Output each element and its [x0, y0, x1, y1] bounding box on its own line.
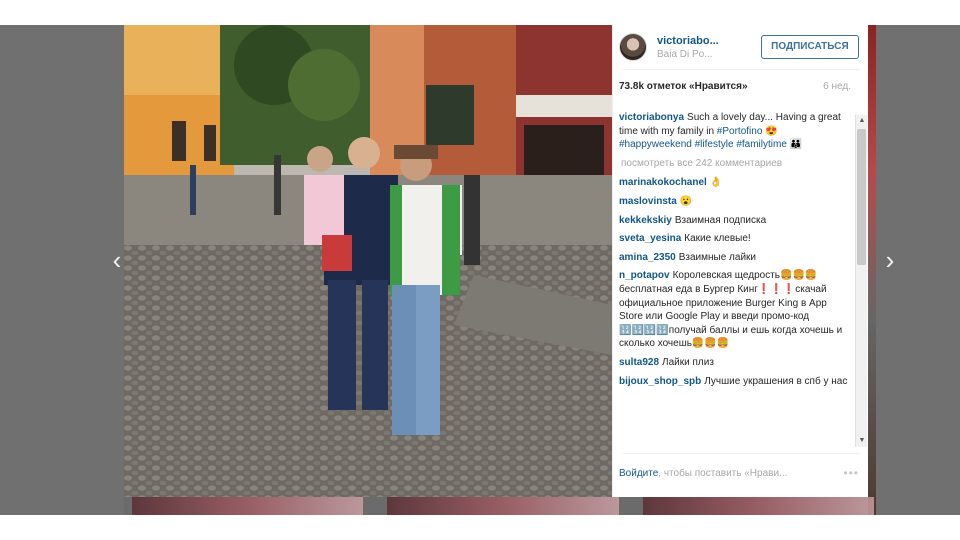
post-photo-image: [124, 25, 612, 497]
scrollbar-thumb[interactable]: [857, 129, 866, 265]
divider: [623, 453, 859, 454]
comment-username[interactable]: n_potapov: [619, 270, 670, 281]
divider: [623, 69, 859, 70]
post-sidebar: victoriabo... Baia Di Po... ПОДПИСАТЬСЯ …: [612, 25, 868, 497]
post-age[interactable]: 6 нед.: [823, 81, 851, 92]
comment: amina_2350 Взаимные лайки: [619, 251, 851, 265]
username-link[interactable]: victoriabo...: [657, 35, 761, 47]
comment-text: Взаимная подписка: [674, 214, 767, 226]
user-block: victoriabo... Baia Di Po...: [657, 35, 761, 60]
hashtag-link[interactable]: #happyweekend: [619, 139, 692, 150]
comments-scrollbar[interactable]: ▲ ▼: [855, 115, 867, 447]
scroll-up-icon[interactable]: ▲: [857, 116, 867, 126]
caption: victoriabonya Such a lovely day... Having…: [619, 111, 851, 152]
hashtag-link[interactable]: #familytime: [736, 139, 787, 150]
login-prompt-text: , чтобы поставить «Нрави...: [658, 467, 788, 479]
comment-username[interactable]: sulta928: [619, 357, 659, 368]
comment-text: 👌: [709, 177, 723, 189]
post-header: victoriabo... Baia Di Po... ПОДПИСАТЬСЯ: [613, 25, 869, 69]
comment-username[interactable]: bijoux_shop_spb: [619, 376, 701, 387]
comment-username[interactable]: kekkekskiy: [619, 215, 672, 226]
comment-username[interactable]: sveta_yesina: [619, 233, 681, 244]
comment: sveta_yesina Какие клевые!: [619, 232, 851, 246]
follow-button[interactable]: ПОДПИСАТЬСЯ: [760, 35, 859, 59]
comment: maslovinsta 😮: [619, 195, 851, 209]
comment-text: Взаимные лайки: [678, 251, 756, 263]
top-strip: [0, 0, 960, 25]
comment-text: Лайки плиз: [662, 356, 714, 368]
comment: sulta928 Лайки плиз: [619, 356, 851, 370]
post-footer: Войдите, чтобы поставить «Нрави... •••: [619, 465, 859, 481]
avatar[interactable]: [619, 33, 647, 61]
bottom-strip: [0, 515, 960, 540]
hashtag-link[interactable]: #lifestyle: [695, 139, 734, 150]
background-thumbnails: [132, 497, 874, 515]
comment: kekkekskiy Взаимная подписка: [619, 214, 851, 228]
comments-list[interactable]: victoriabonya Such a lovely day... Having…: [619, 111, 851, 441]
caption-emoji: 👪: [789, 139, 803, 151]
comment-username[interactable]: maslovinsta: [619, 196, 677, 207]
location-link[interactable]: Baia Di Po...: [657, 49, 761, 60]
background-thumbnail: [387, 497, 619, 515]
comment-username[interactable]: amina_2350: [619, 252, 676, 263]
comment: marinakokochanel 👌: [619, 176, 851, 190]
login-link[interactable]: Войдите: [619, 468, 658, 479]
more-icon[interactable]: •••: [843, 466, 859, 480]
post-photo[interactable]: [124, 25, 612, 497]
comment-text: Лучшие украшения в спб у нас: [704, 375, 848, 387]
post-modal: victoriabo... Baia Di Po... ПОДПИСАТЬСЯ …: [124, 25, 868, 497]
comment-text: Какие клевые!: [684, 233, 751, 245]
background-thumbnail: [642, 497, 874, 515]
likes-row: 73.8k отметок «Нравится» 6 нед.: [619, 81, 851, 92]
view-all-comments-link[interactable]: посмотреть все 242 комментариев: [621, 157, 851, 171]
hashtag-link[interactable]: #Portofino: [717, 126, 763, 137]
background-thumbnail-sliver: [868, 25, 876, 515]
comment-text: 😮: [679, 195, 693, 207]
caption-username[interactable]: victoriabonya: [619, 112, 684, 123]
comment: n_potapov Королевская щедрость🍔🍔🍔бесплатн…: [619, 269, 851, 351]
comment: bijoux_shop_spb Лучшие украшения в спб у …: [619, 375, 851, 389]
background-feed-left: [0, 25, 124, 515]
caption-emoji: 😍: [765, 125, 778, 137]
login-prompt: Войдите, чтобы поставить «Нрави...: [619, 468, 809, 479]
scroll-down-icon[interactable]: ▼: [857, 436, 867, 446]
comment-username[interactable]: marinakokochanel: [619, 177, 707, 188]
chevron-right-icon[interactable]: ›: [880, 246, 900, 274]
page: ‹ › victoriabo... Baia Di Po... ПОДПИСАТ…: [0, 0, 960, 540]
comment-text: Королевская щедрость🍔🍔🍔бесплатная еда в …: [619, 270, 843, 350]
background-thumbnail: [132, 497, 364, 515]
likes-count[interactable]: 73.8k отметок «Нравится»: [619, 81, 748, 92]
